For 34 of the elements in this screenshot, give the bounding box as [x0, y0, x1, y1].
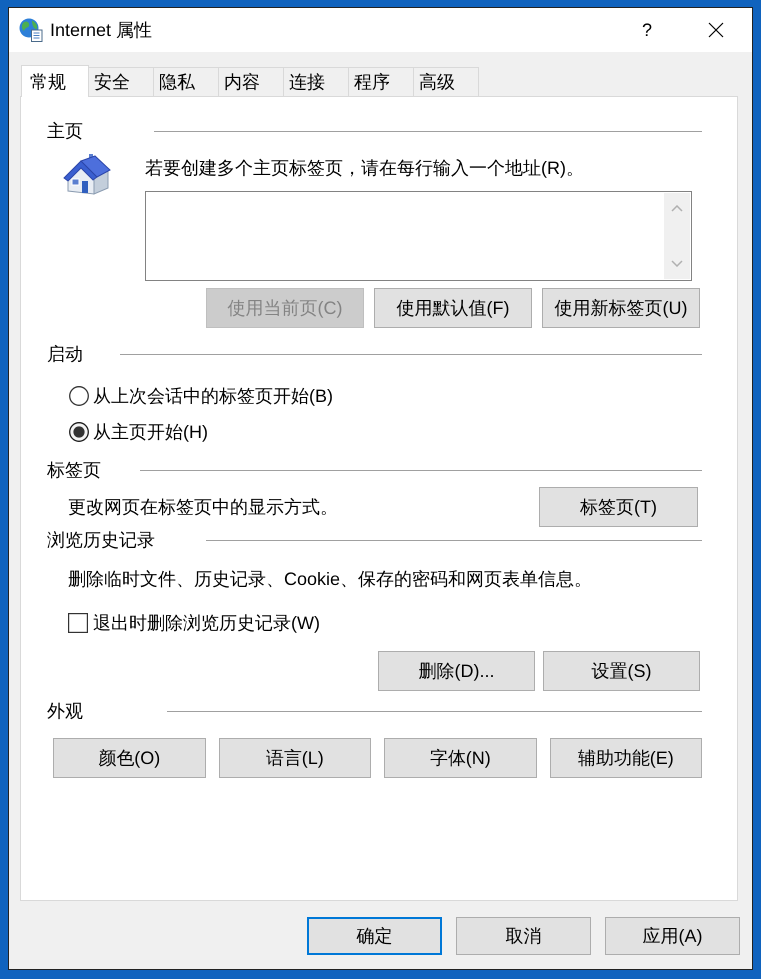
- section-title: 主页: [47, 120, 83, 143]
- globe-document-icon: [19, 18, 43, 42]
- action-button[interactable]: 辅助功能(E): [550, 738, 702, 778]
- house-icon: [62, 152, 112, 196]
- dialog-button[interactable]: 取消: [456, 917, 591, 955]
- section-title: 标签页: [47, 459, 101, 482]
- action-button[interactable]: 使用默认值(F): [374, 288, 532, 328]
- action-button[interactable]: 删除(D)...: [378, 651, 535, 691]
- action-button[interactable]: 颜色(O): [53, 738, 206, 778]
- description-text: 删除临时文件、历史记录、Cookie、保存的密码和网页表单信息。: [68, 568, 592, 591]
- action-button[interactable]: 标签页(T): [539, 487, 698, 527]
- radio-label[interactable]: 从上次会话中的标签页开始(B): [93, 384, 333, 408]
- description-text: 更改网页在标签页中的显示方式。: [68, 496, 338, 519]
- close-icon: [708, 22, 724, 38]
- dialog-button[interactable]: 应用(A): [605, 917, 740, 955]
- hint-text: 若要创建多个主页标签页，请在每行输入一个地址(R)。: [145, 157, 584, 180]
- checkbox-label[interactable]: 退出时删除浏览历史记录(W): [93, 611, 320, 635]
- action-button[interactable]: 语言(L): [218, 738, 371, 778]
- window-title: Internet 属性: [50, 19, 152, 42]
- dialog-button[interactable]: 确定: [307, 917, 442, 955]
- action-button[interactable]: 使用新标签页(U): [542, 288, 700, 328]
- checkbox[interactable]: [68, 613, 88, 633]
- radio-button[interactable]: [69, 422, 89, 442]
- section-title: 启动: [47, 343, 83, 366]
- help-button[interactable]: ?: [624, 8, 670, 52]
- section-title: 浏览历史记录: [47, 529, 155, 552]
- section-title: 外观: [47, 700, 83, 723]
- radio-label[interactable]: 从主页开始(H): [93, 420, 208, 444]
- address-field[interactable]: [145, 191, 692, 281]
- action-button[interactable]: 设置(S): [543, 651, 700, 691]
- radio-button[interactable]: [69, 386, 89, 406]
- action-button[interactable]: 字体(N): [384, 738, 536, 778]
- tab[interactable]: 高级: [413, 67, 479, 96]
- tab[interactable]: 常规: [21, 65, 89, 97]
